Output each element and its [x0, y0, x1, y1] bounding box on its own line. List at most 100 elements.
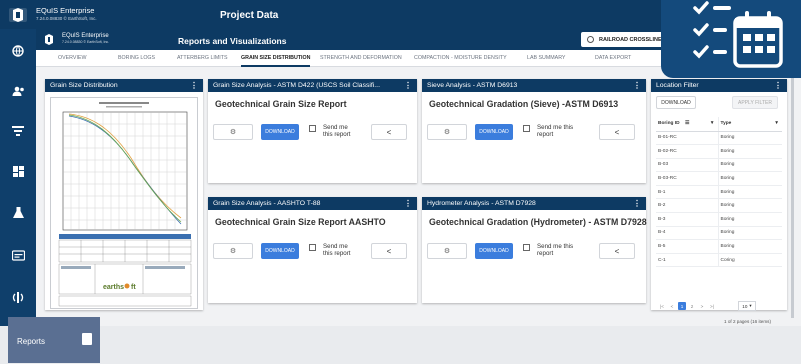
checklist-calendar-icon: [661, 0, 801, 78]
tab-compaction-moisture-density[interactable]: COMPACTION - MOISTURE DENSITY: [414, 55, 507, 61]
gear-icon: ⚙: [229, 129, 237, 136]
table-row[interactable]: B-2 Boring: [656, 198, 782, 214]
share-button[interactable]: <: [599, 124, 635, 140]
table-row[interactable]: B-3 Boring: [656, 212, 782, 227]
table-row[interactable]: B-03 Boring: [656, 158, 782, 173]
column-options-icon[interactable]: ☰: [685, 121, 689, 126]
apply-filter-button[interactable]: APPLY FILTER: [732, 96, 778, 109]
settings-button[interactable]: ⚙: [427, 243, 467, 259]
broadcast-icon[interactable]: [0, 279, 36, 315]
send-report-label: Send me this report: [537, 124, 574, 138]
page-size-select[interactable]: 10 ▾: [738, 301, 756, 311]
report-actions: ⚙ DOWNLOAD Send me this report <: [213, 243, 413, 259]
type-cell: Boring: [718, 171, 782, 186]
grain-size-panel: Grain Size Distribution ⋮ earths ft: [45, 79, 203, 310]
send-report-checkbox[interactable]: [523, 125, 530, 132]
table-row[interactable]: B-03-RC Boring: [656, 171, 782, 186]
table-row[interactable]: B-4 Boring: [656, 226, 782, 241]
kebab-menu-icon[interactable]: ⋮: [190, 81, 198, 90]
table-row[interactable]: B-02-RC Boring: [656, 144, 782, 159]
table-row[interactable]: B-01-RC Boring: [656, 131, 782, 146]
send-report-checkbox[interactable]: [309, 244, 316, 251]
download-button[interactable]: DOWNLOAD: [475, 124, 513, 140]
bottom-area: [0, 326, 801, 364]
prev-page-icon[interactable]: <: [668, 302, 676, 310]
page-button-1[interactable]: 1: [678, 302, 686, 310]
report-title: Geotechnical Grain Size Report: [215, 99, 347, 109]
report-card-header-label: Hydrometer Analysis - ASTM D7928: [427, 200, 536, 207]
kebab-menu-icon[interactable]: ⋮: [404, 81, 412, 90]
dashboard-icon[interactable]: [0, 153, 36, 189]
download-button[interactable]: DOWNLOAD: [261, 124, 299, 140]
last-page-icon[interactable]: >|: [708, 302, 716, 310]
download-button[interactable]: DOWNLOAD: [475, 243, 513, 259]
report-card-header-label: Sieve Analysis - ASTM D6913: [427, 82, 518, 89]
boring-id-cell: B-3: [656, 212, 719, 227]
location-filter-title: Location Filter: [656, 82, 699, 89]
report-actions: ⚙ DOWNLOAD Send me this report <: [427, 243, 635, 259]
kebab-menu-icon[interactable]: ⋮: [633, 81, 641, 90]
share-button[interactable]: <: [371, 243, 407, 259]
page-info: 1 of 2 pages (16 items): [724, 319, 771, 324]
report-card-header-label: Grain Size Analysis - AASHTO T-88: [213, 200, 321, 207]
reports-button[interactable]: Reports: [8, 317, 100, 363]
next-page-icon[interactable]: >: [698, 302, 706, 310]
type-cell: Boring: [718, 144, 782, 159]
column-header-boring-id[interactable]: Boring ID ☰ ▼: [656, 117, 719, 132]
report-actions: ⚙ DOWNLOAD Send me this report <: [427, 124, 635, 140]
section-title: Reports and Visualizations: [178, 36, 287, 46]
type-cell: Boring: [718, 226, 782, 241]
flask-icon[interactable]: [0, 195, 36, 231]
tab-strength-and-deformation[interactable]: STRENGTH AND DEFORMATION: [320, 55, 402, 61]
send-report-checkbox[interactable]: [523, 244, 530, 251]
app-brand-version: 7.24.0.08830 © EarthSoft, Inc.: [36, 16, 97, 21]
kebab-menu-icon[interactable]: ⋮: [404, 199, 412, 208]
location-filter-header: Location Filter ⋮: [651, 79, 787, 92]
grain-size-report-thumbnail[interactable]: earths ft: [50, 97, 198, 309]
tab-boring-logs[interactable]: BORING LOGS: [118, 55, 155, 61]
tab-data-export[interactable]: DATA EXPORT: [595, 55, 631, 61]
location-download-button[interactable]: DOWNLOAD: [656, 96, 696, 109]
app-brand: EQuIS Enterprise 7.24.0.08830 © EarthSof…: [36, 7, 97, 23]
share-button[interactable]: <: [599, 243, 635, 259]
type-cell: Coring: [718, 253, 782, 268]
report-title: Geotechnical Gradation (Hydrometer) - AS…: [429, 217, 647, 227]
column-header-type[interactable]: Type ▼: [718, 117, 782, 132]
report-card-astm-d6913: Sieve Analysis - ASTM D6913 ⋮ Geotechnic…: [422, 79, 646, 183]
app-root: EQuIS Enterprise 7.24.0.08830 © EarthSof…: [0, 0, 801, 364]
report-card-header: Hydrometer Analysis - ASTM D7928 ⋮: [422, 197, 646, 210]
svg-text:ft: ft: [131, 284, 136, 291]
tab-overview[interactable]: OVERVIEW: [58, 55, 86, 61]
report-card-header: Grain Size Analysis - ASTM D422 (USCS So…: [208, 79, 417, 92]
share-button[interactable]: <: [371, 124, 407, 140]
kebab-menu-icon[interactable]: ⋮: [774, 81, 782, 90]
table-row[interactable]: B-1 Boring: [656, 185, 782, 200]
tab-atterberg-limits[interactable]: ATTERBERG LIMITS: [177, 55, 228, 61]
page-button-2[interactable]: 2: [688, 302, 696, 310]
filter-icon[interactable]: ▼: [710, 121, 715, 126]
table-row[interactable]: B-5 Boring: [656, 239, 782, 254]
boring-id-cell: B-03-RC: [656, 171, 719, 186]
type-cell: Boring: [718, 131, 782, 146]
download-button[interactable]: DOWNLOAD: [261, 243, 299, 259]
users-icon[interactable]: [0, 73, 36, 109]
kebab-menu-icon[interactable]: ⋮: [633, 199, 641, 208]
send-report-checkbox[interactable]: [309, 125, 316, 132]
table-row[interactable]: C-1 Coring: [656, 253, 782, 268]
tab-lab-summary[interactable]: LAB SUMMARY: [527, 55, 565, 61]
settings-button[interactable]: ⚙: [213, 124, 253, 140]
type-cell: Boring: [718, 198, 782, 214]
first-page-icon[interactable]: |<: [658, 302, 666, 310]
tab-grain-size-distribution[interactable]: GRAIN SIZE DISTRIBUTION: [241, 55, 311, 67]
filter-icon[interactable]: ▼: [774, 121, 779, 126]
form-icon[interactable]: [0, 237, 36, 273]
settings-button[interactable]: ⚙: [427, 124, 467, 140]
scrollbar[interactable]: [791, 78, 794, 318]
filter-icon[interactable]: [0, 113, 36, 149]
inner-brand: EQuIS Enterprise 7.24.0.08830 © EarthSof…: [62, 33, 109, 45]
globe-icon[interactable]: [0, 33, 36, 69]
equis-logo-icon: [45, 34, 53, 45]
table-header-row: Boring ID ☰ ▼ Type ▼: [656, 117, 782, 132]
settings-button[interactable]: ⚙: [213, 243, 253, 259]
report-card-astm-d7928: Hydrometer Analysis - ASTM D7928 ⋮ Geote…: [422, 197, 647, 303]
